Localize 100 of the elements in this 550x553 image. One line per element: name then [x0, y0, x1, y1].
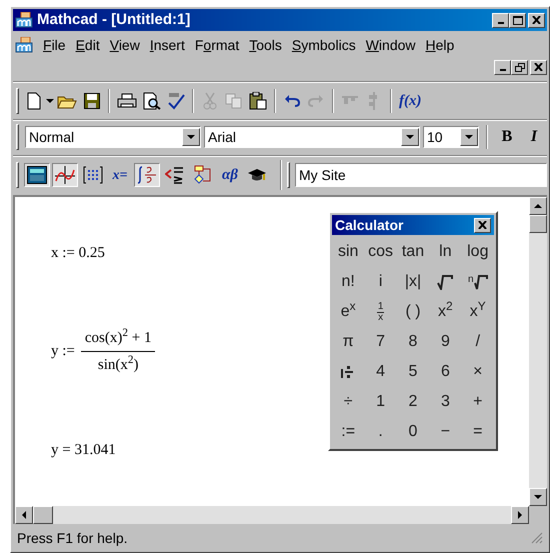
vertical-scrollbar[interactable]: [529, 197, 547, 506]
calculator-key[interactable]: tan: [396, 237, 430, 267]
insert-function-button[interactable]: f(x): [396, 89, 424, 113]
menu-item[interactable]: Edit: [76, 34, 100, 56]
scrollbar-thumb[interactable]: [33, 506, 53, 524]
document-minimize-button[interactable]: [494, 60, 511, 74]
style-dropdown[interactable]: Normal: [25, 126, 201, 148]
calculator-key[interactable]: 6: [429, 357, 462, 387]
font-size-dropdown[interactable]: 10: [423, 126, 479, 148]
up-arrow-icon: [534, 204, 542, 208]
calculator-key[interactable]: 5: [396, 357, 430, 387]
bold-button[interactable]: B: [495, 125, 519, 149]
calculator-key[interactable]: ×: [462, 357, 494, 387]
font-dropdown[interactable]: Arial: [204, 126, 420, 148]
calculator-key[interactable]: /: [462, 327, 494, 357]
greek-toolbar-button[interactable]: αβ: [218, 163, 242, 187]
graph-toolbar-button[interactable]: [52, 163, 78, 187]
resize-grip-icon: [531, 532, 543, 544]
close-button[interactable]: [474, 218, 491, 232]
calculator-key[interactable]: 8: [396, 327, 430, 357]
calculator-key[interactable]: −: [429, 417, 462, 447]
matrix-icon: [83, 166, 103, 184]
dropdown-arrow-icon: [187, 135, 195, 139]
calculus-toolbar-button[interactable]: [134, 163, 160, 187]
calculator-key[interactable]: cos: [364, 237, 397, 267]
calculator-key[interactable]: 1: [364, 387, 397, 417]
nth-root-key[interactable]: n: [462, 267, 494, 297]
calculator-toolbar-button[interactable]: [24, 163, 50, 187]
comparison-icon: [165, 165, 185, 185]
math-region[interactable]: y = 31.041: [51, 438, 116, 461]
math-fraction[interactable]: cos(x)$^{2}$ + 1 sin(x$^{2}$): [80, 326, 156, 376]
document-close-button[interactable]: [530, 60, 547, 74]
calculator-key[interactable]: 0: [396, 417, 430, 447]
menu-item[interactable]: Window: [366, 34, 416, 56]
redo-arrow-icon: [308, 95, 324, 107]
align-icon: [368, 92, 380, 110]
calculator-key[interactable]: :=: [332, 417, 364, 447]
square-root-icon: [437, 274, 454, 290]
evaluation-toolbar-button[interactable]: x=: [108, 163, 132, 187]
document-restore-button[interactable]: [511, 60, 528, 74]
calculator-key[interactable]: n!: [332, 267, 364, 297]
math-region[interactable]: x := 0.25: [51, 242, 105, 264]
calculator-key[interactable]: 7: [364, 327, 397, 357]
align-icon: [342, 95, 358, 107]
calculator-key[interactable]: ( ): [396, 297, 430, 327]
calculator-key[interactable]: .: [364, 417, 397, 447]
menu-item[interactable]: View: [110, 34, 140, 56]
calculator-key[interactable]: sin: [332, 237, 364, 267]
down-arrow-icon: [534, 495, 542, 499]
right-arrow-icon: [518, 511, 522, 519]
menu-item[interactable]: Symbolics: [292, 34, 356, 56]
horizontal-scrollbar[interactable]: [15, 506, 529, 524]
window-title: Mathcad - [Untitled:1]: [37, 10, 192, 30]
page-magnifier-icon: [143, 92, 161, 110]
calculator-key[interactable]: 1 x: [364, 297, 397, 327]
calculator-key[interactable]: π: [332, 327, 364, 357]
close-icon: [478, 221, 487, 229]
minimize-button[interactable]: [492, 12, 509, 28]
integral-derivative-icon: [137, 165, 157, 185]
clipboard-icon: [249, 92, 267, 110]
menu-item[interactable]: Help: [426, 34, 454, 56]
calculator-key[interactable]: x$^{Y}$: [462, 297, 494, 327]
status-text: Press F1 for help.: [17, 528, 128, 548]
square-root-icon: [474, 274, 488, 290]
calculator-key[interactable]: 3: [429, 387, 462, 417]
calculator-key[interactable]: x$^{2}$: [429, 297, 462, 327]
close-button[interactable]: [528, 12, 545, 28]
printer-icon: [117, 93, 137, 109]
palette-title: Calculator: [335, 216, 404, 234]
calculator-key[interactable]: i: [364, 267, 397, 297]
calculator-key[interactable]: e$^{x}$: [332, 297, 364, 327]
calculator-key[interactable]: ln: [429, 237, 462, 267]
maximize-button[interactable]: [509, 12, 526, 28]
scrollbar-thumb[interactable]: [529, 215, 547, 233]
copy-icon: [225, 93, 243, 109]
calculator-key[interactable]: +: [462, 387, 494, 417]
close-icon: [534, 63, 543, 71]
menu-item[interactable]: Tools: [249, 34, 282, 56]
close-icon: [532, 16, 541, 24]
dropdown-arrow-icon: [406, 135, 414, 139]
calculator-icon: [27, 166, 47, 184]
calculator-key[interactable]: ÷: [332, 387, 364, 417]
calculator-key[interactable]: =: [462, 417, 494, 447]
menu-item[interactable]: Insert: [150, 34, 185, 56]
menu-item[interactable]: File: [43, 34, 66, 56]
scissors-icon: [203, 92, 217, 110]
calculator-key[interactable]: 4: [364, 357, 397, 387]
calculator-key[interactable]: 2: [396, 387, 430, 417]
worksheet[interactable]: x := 0.25 y := cos(x)$^{2}$ + 1 sin(x$^{2}$) y = 31.041 Calculator sin cos tan ln log n! i |x| n e$^{x}$ 1 x ( ) x$^{2}$ x$^{Y}$ π 7 8 9 / 4 5 6 × ÷ 1 2 3 + := . 0 − =: [15, 197, 529, 506]
restore-icon: [514, 62, 524, 72]
app-logo-icon: [15, 12, 33, 28]
menu-item[interactable]: Format: [194, 34, 240, 56]
math-variable: y :=: [51, 342, 75, 362]
resource-field[interactable]: My Site: [295, 163, 547, 187]
calculator-key[interactable]: 9: [429, 327, 462, 357]
italic-button[interactable]: I: [522, 125, 546, 149]
calculator-key[interactable]: |x|: [396, 267, 430, 297]
calculator-key[interactable]: log: [462, 237, 494, 267]
document-icon: [27, 92, 41, 110]
dropdown-arrow-icon[interactable]: [46, 99, 54, 103]
